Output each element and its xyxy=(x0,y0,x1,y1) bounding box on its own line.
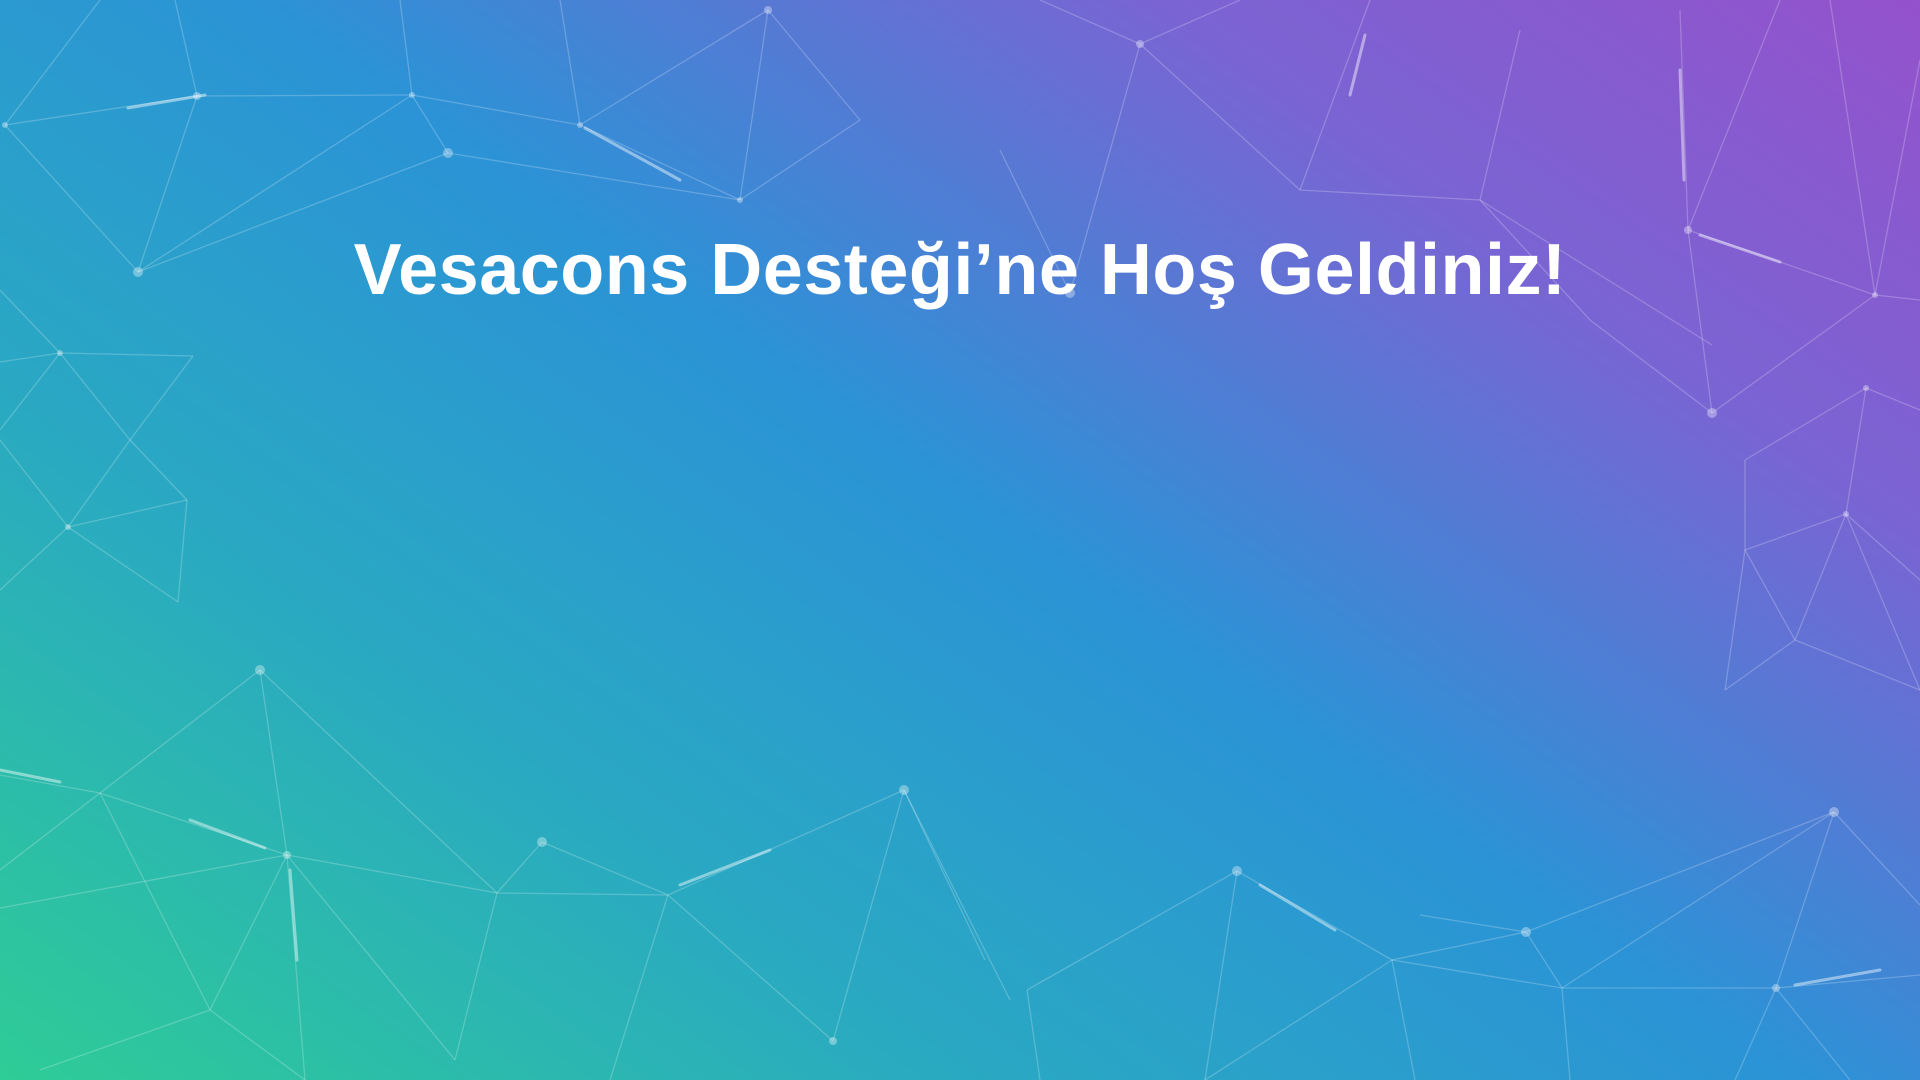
polygon-mesh-background xyxy=(0,0,1920,1080)
welcome-title: Vesacons Desteği’ne Hoş Geldiniz! xyxy=(353,230,1567,311)
welcome-screen: Vesacons Desteği’ne Hoş Geldiniz! xyxy=(0,0,1920,1080)
